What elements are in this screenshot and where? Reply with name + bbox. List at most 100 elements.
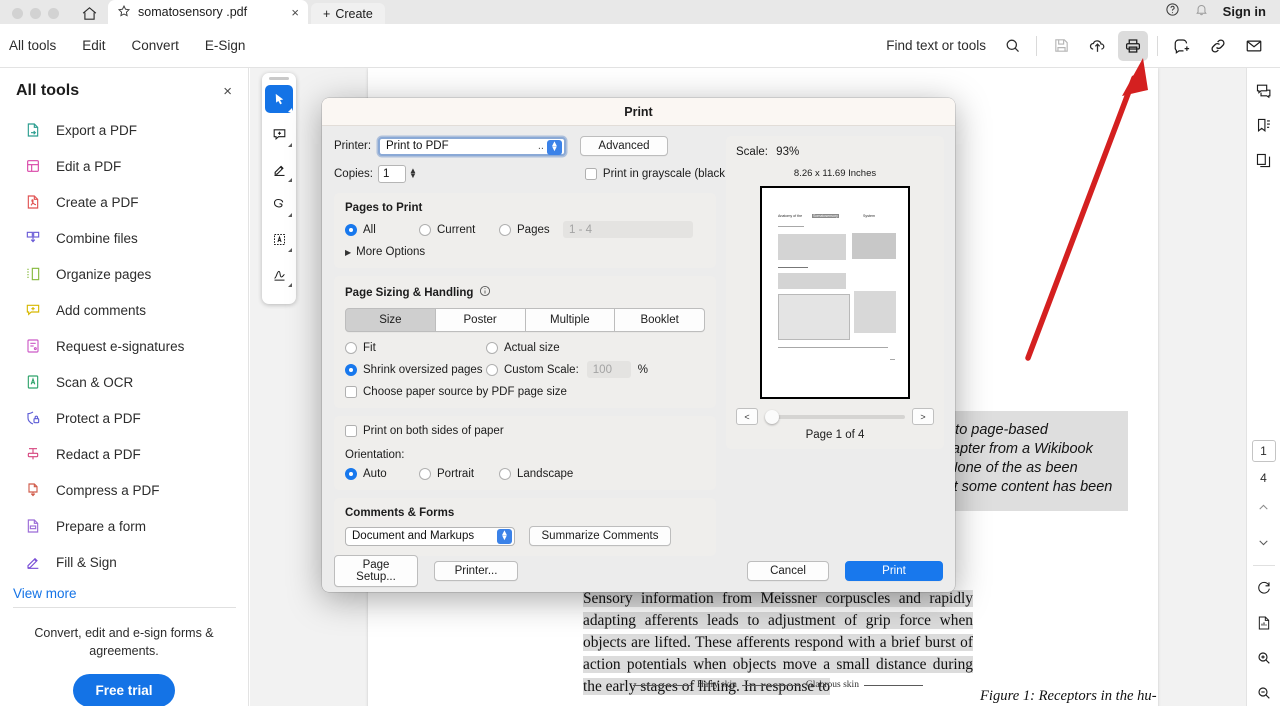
menu-edit[interactable]: Edit (69, 38, 118, 53)
edit-pdf-icon (24, 157, 42, 175)
menu-convert[interactable]: Convert (119, 38, 192, 53)
segment-booklet[interactable]: Booklet (615, 308, 705, 332)
menu-all-tools[interactable]: All tools (0, 38, 69, 53)
page-thumbnails-icon[interactable] (1251, 147, 1277, 173)
next-preview-page-button[interactable]: > (912, 408, 934, 425)
cancel-button[interactable]: Cancel (747, 561, 829, 581)
radio-shrink-oversized[interactable] (345, 363, 357, 376)
current-page-input[interactable]: 1 (1251, 440, 1276, 462)
radio-all[interactable] (345, 223, 357, 236)
radio-fit-label: Fit (363, 342, 376, 354)
zoom-out-icon[interactable] (1251, 680, 1277, 706)
radio-fit[interactable] (345, 342, 357, 354)
close-icon[interactable]: × (291, 6, 299, 19)
close-icon[interactable]: × (223, 83, 232, 100)
segment-multiple[interactable]: Multiple (525, 308, 616, 332)
sign-in-button[interactable]: Sign in (1223, 4, 1266, 19)
print-dialog[interactable]: Print Printer: Print to PDF .. ▲ ▼ Advanc… (322, 98, 955, 592)
chevron-updown-icon[interactable]: ▲ ▼ (497, 528, 512, 544)
home-icon[interactable] (71, 5, 108, 24)
comments-panel-icon[interactable] (1251, 77, 1277, 103)
sidebar-item-prepare-a-form[interactable]: Prepare a form (0, 508, 248, 544)
link-icon[interactable] (1203, 31, 1233, 61)
printer-select[interactable]: Print to PDF .. ▲ ▼ (378, 136, 566, 156)
sidebar-item-edit-a-pdf[interactable]: Edit a PDF (0, 148, 248, 184)
view-more-link[interactable]: View more (0, 580, 248, 607)
sidebar-item-request-e-signatures[interactable]: Request e-signatures (0, 328, 248, 364)
comments-forms-select[interactable]: Document and Markups ▲ ▼ (345, 526, 515, 546)
radio-actual-size[interactable] (486, 342, 498, 354)
redact-pdf-icon (24, 445, 42, 463)
copies-input[interactable]: 1 (378, 165, 406, 183)
previous-preview-page-button[interactable]: < (736, 408, 758, 425)
export-data-icon[interactable] (1251, 610, 1277, 636)
bell-icon[interactable] (1194, 2, 1209, 20)
printer-settings-button[interactable]: Printer... (434, 561, 518, 581)
both-sides-checkbox[interactable] (345, 425, 357, 437)
radio-custom-scale[interactable] (486, 363, 498, 376)
more-options-toggle[interactable]: ▶ More Options (345, 246, 705, 258)
copies-stepper[interactable]: 1 ▲ ▼ (378, 165, 417, 183)
add-comment-icon[interactable] (265, 120, 293, 148)
segment-poster[interactable]: Poster (435, 308, 526, 332)
chevron-updown-icon[interactable]: ▲ ▼ (547, 139, 562, 155)
paper-source-checkbox[interactable] (345, 386, 357, 398)
next-page-icon[interactable] (1251, 529, 1277, 555)
close-window-button[interactable] (12, 8, 23, 19)
add-text-box-icon[interactable] (265, 225, 293, 253)
advanced-button[interactable]: Advanced (580, 136, 668, 156)
custom-scale-input[interactable]: 100 (586, 361, 631, 378)
highlighter-icon[interactable] (265, 155, 293, 183)
preview-page-slider[interactable] (765, 409, 905, 424)
sidebar-item-redact-a-pdf[interactable]: Redact a PDF (0, 436, 248, 472)
bookmarks-panel-icon[interactable] (1251, 112, 1277, 138)
upload-cloud-icon[interactable] (1082, 31, 1112, 61)
free-trial-button[interactable]: Free trial (73, 674, 175, 706)
summarize-comments-button[interactable]: Summarize Comments (529, 526, 671, 546)
sidebar-item-organize-pages[interactable]: Organize pages (0, 256, 248, 292)
slider-knob[interactable] (765, 409, 779, 424)
draw-freehand-icon[interactable] (265, 190, 293, 218)
print-icon[interactable] (1118, 30, 1148, 61)
save-icon[interactable] (1046, 31, 1076, 61)
page-setup-button[interactable]: Page Setup... (334, 555, 418, 587)
sidebar-item-export-a-pdf[interactable]: Export a PDF (0, 112, 248, 148)
sidebar-item-fill-and-sign[interactable]: Fill & Sign (0, 544, 248, 580)
print-button[interactable]: Print (845, 561, 943, 581)
window-controls[interactable] (0, 8, 71, 24)
stepper-arrows-icon[interactable]: ▲ ▼ (409, 167, 417, 179)
radio-auto[interactable] (345, 468, 357, 480)
pages-range-input[interactable]: 1 - 4 (563, 221, 693, 238)
add-comment-person-icon[interactable] (1167, 31, 1197, 61)
sidebar-item-create-a-pdf[interactable]: Create a PDF (0, 184, 248, 220)
info-icon[interactable] (479, 285, 491, 300)
zoom-in-icon[interactable] (1251, 645, 1277, 671)
minimize-window-button[interactable] (30, 8, 41, 19)
sizing-segmented-control[interactable]: Size Poster Multiple Booklet (345, 308, 705, 332)
maximize-window-button[interactable] (48, 8, 59, 19)
sidebar-item-combine-files[interactable]: Combine files (0, 220, 248, 256)
grayscale-checkbox[interactable] (584, 168, 597, 180)
signature-icon[interactable] (265, 260, 293, 288)
star-icon[interactable] (117, 4, 131, 21)
sidebar-item-scan-and-ocr[interactable]: Scan & OCR (0, 364, 248, 400)
search-icon[interactable] (997, 31, 1027, 61)
sidebar-item-add-comments[interactable]: Add comments (0, 292, 248, 328)
create-tab-button[interactable]: + Create (311, 3, 385, 24)
radio-pages[interactable] (499, 223, 511, 236)
sidebar-item-protect-a-pdf[interactable]: Protect a PDF (0, 400, 248, 436)
mail-icon[interactable] (1239, 31, 1269, 61)
palette-drag-handle[interactable] (269, 77, 289, 80)
menu-esign[interactable]: E-Sign (192, 38, 259, 53)
previous-page-icon[interactable] (1251, 494, 1277, 520)
document-tab[interactable]: somatosensory .pdf × (108, 0, 308, 24)
rotate-icon[interactable] (1251, 575, 1277, 601)
radio-portrait[interactable] (419, 468, 431, 480)
paper-source-label: Choose paper source by PDF page size (363, 386, 567, 398)
radio-landscape[interactable] (499, 468, 511, 480)
help-circle-icon[interactable] (1165, 2, 1180, 20)
select-cursor-icon[interactable] (265, 85, 293, 113)
segment-size[interactable]: Size (345, 308, 436, 332)
radio-current[interactable] (419, 223, 431, 236)
sidebar-item-compress-a-pdf[interactable]: Compress a PDF (0, 472, 248, 508)
